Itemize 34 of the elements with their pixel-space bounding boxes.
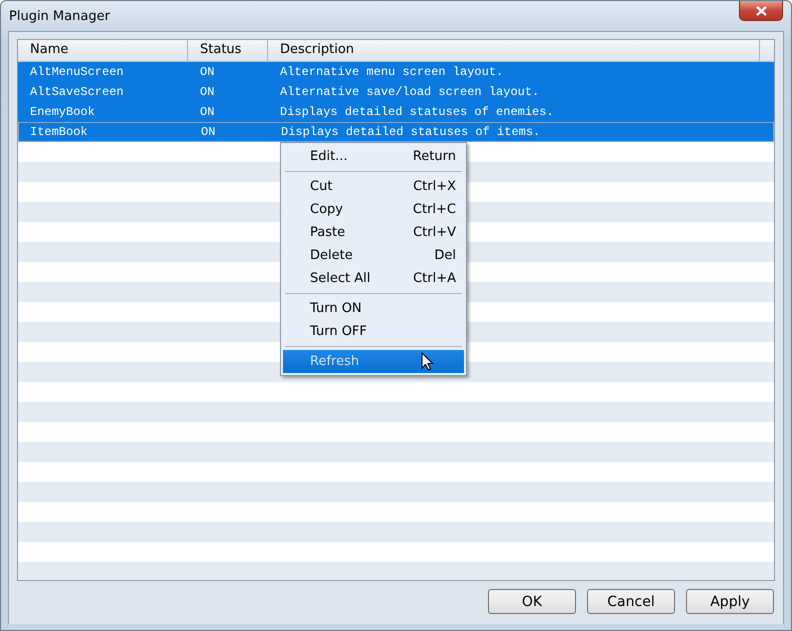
dialog-button[interactable]: OK	[488, 589, 576, 614]
table-cell-text: ItemBook	[29, 125, 89, 139]
column-header[interactable]: Status	[188, 40, 268, 61]
table-cell-text: ON	[199, 65, 216, 79]
menu-item[interactable]: Select All Ctrl+A	[283, 267, 464, 290]
table-cell-text: Alternative menu screen layout.	[279, 65, 504, 79]
table-cell-text: ON	[199, 85, 216, 99]
table-cell-text: Alternative save/load screen layout.	[279, 85, 540, 99]
column-header[interactable]: Name	[18, 40, 188, 61]
column-header[interactable]: Description	[268, 40, 760, 61]
dialog-button[interactable]: Apply	[686, 589, 774, 614]
table-cell-text: Displays detailed statuses of enemies.	[279, 105, 555, 119]
menu-item[interactable]: Paste Ctrl+V	[283, 221, 464, 244]
close-icon	[756, 6, 766, 16]
window-title: Plugin Manager	[9, 9, 110, 24]
table-cell-text: AltMenuScreen	[29, 65, 125, 79]
plugin-row[interactable]: AltMenuScreen ON Alternative menu screen layout.	[18, 62, 774, 82]
plugin-row[interactable]: ItemBook ON Displays detailed statuses of items.	[18, 122, 774, 142]
pointer-cursor-icon	[421, 352, 434, 371]
plugin-row[interactable]: AltSaveScreen ON Alternative save/load screen layout.	[18, 82, 774, 102]
menu-item[interactable]: Edit... Return	[283, 145, 464, 168]
table-cell-text: Displays detailed statuses of items.	[280, 125, 542, 139]
menu-item[interactable]: Turn OFF	[283, 320, 464, 343]
table-cell-text: ON	[199, 105, 216, 119]
table-cell-text: ON	[200, 125, 216, 139]
plugin-row[interactable]: EnemyBook ON Displays detailed statuses of enemies.	[18, 102, 774, 122]
close-button[interactable]	[739, 1, 783, 21]
table-cell-text: EnemyBook	[29, 105, 96, 119]
menu-item[interactable]: Turn ON	[283, 297, 464, 320]
dialog-button[interactable]: Cancel	[587, 589, 675, 614]
menu-item[interactable]: Delete Del	[283, 244, 464, 267]
menu-item[interactable]: Cut Ctrl+X	[283, 175, 464, 198]
table-cell-text: AltSaveScreen	[29, 85, 125, 99]
menu-item[interactable]: Copy Ctrl+C	[283, 198, 464, 221]
